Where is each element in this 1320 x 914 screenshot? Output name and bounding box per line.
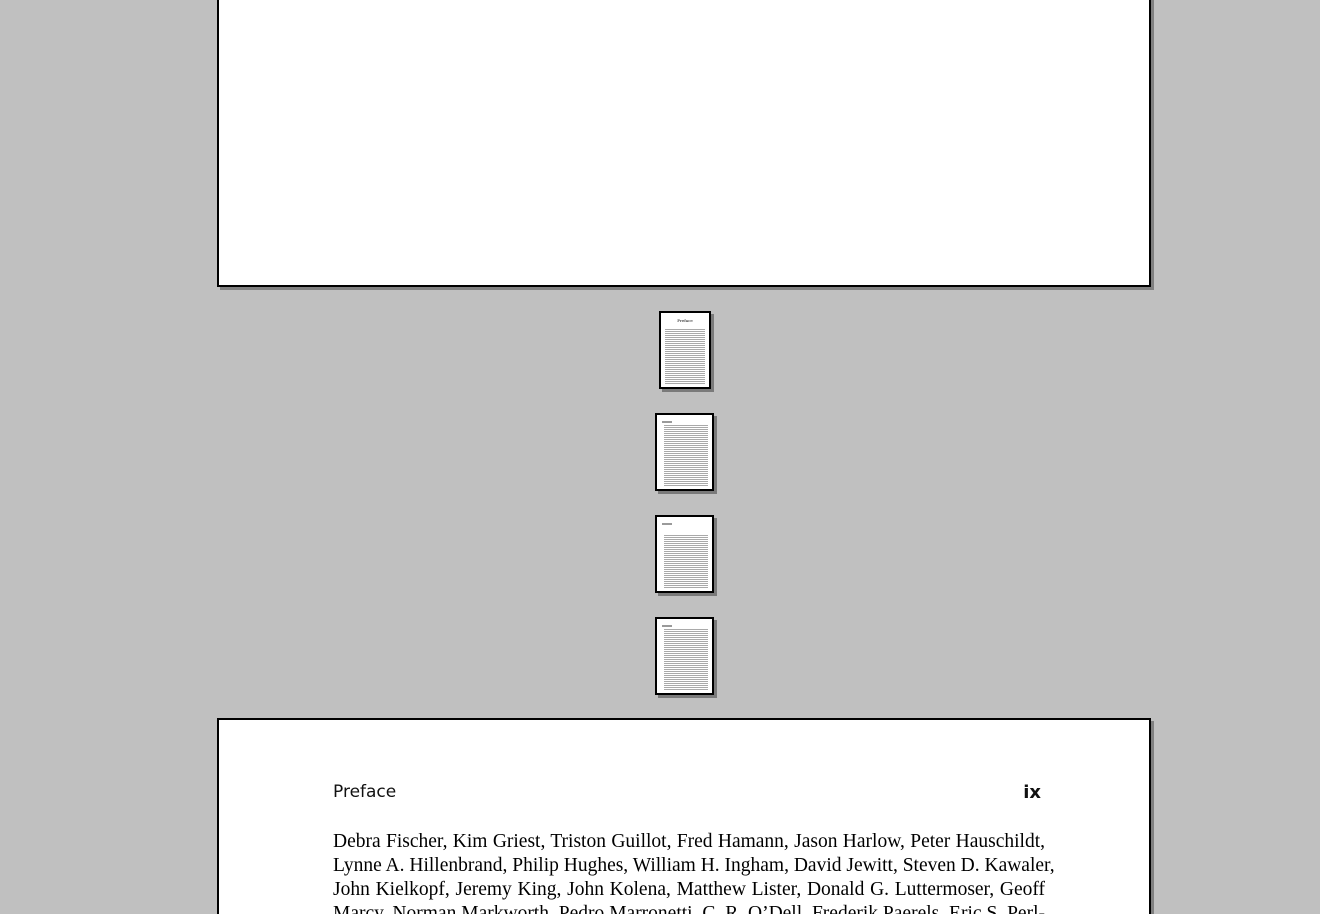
text-line: Lynne A. Hillenbrand, Philip Hughes, Wil… (333, 855, 1055, 876)
text-line: Debra Fischer, Kim Griest, Triston Guill… (333, 831, 1045, 852)
page-thumbnail-4[interactable] (655, 617, 714, 695)
page-thumbnail-2[interactable] (655, 413, 714, 491)
thumbnail-text-lines (664, 629, 708, 690)
running-head: Preface ix (333, 782, 1041, 806)
page-body-text: Debra Fischer, Kim Griest, Triston Guill… (333, 830, 1055, 914)
page-thumbnail-3[interactable] (655, 515, 714, 593)
thumbnail-running-head (662, 421, 672, 423)
document-page-previous[interactable] (217, 0, 1151, 287)
document-viewport[interactable]: Preface Preface ix Debra Fischer, Kim Gr… (0, 0, 1320, 914)
thumbnail-running-head (662, 523, 672, 525)
thumbnail-text-lines (665, 329, 705, 384)
thumbnail-text-lines (664, 425, 708, 486)
document-page-current[interactable]: Preface ix Debra Fischer, Kim Griest, Tr… (217, 718, 1151, 914)
page-number: ix (1023, 782, 1041, 803)
text-line: John Kielkopf, Jeremy King, John Kolena,… (333, 879, 1045, 900)
page-thumbnail-1[interactable]: Preface (659, 311, 711, 389)
text-line: Marcy, Norman Markworth, Pedro Marronett… (333, 903, 1045, 914)
thumbnail-text-lines (664, 535, 708, 588)
thumbnail-title: Preface (677, 318, 693, 323)
thumbnail-running-head (662, 625, 672, 627)
running-head-title: Preface (333, 782, 397, 802)
